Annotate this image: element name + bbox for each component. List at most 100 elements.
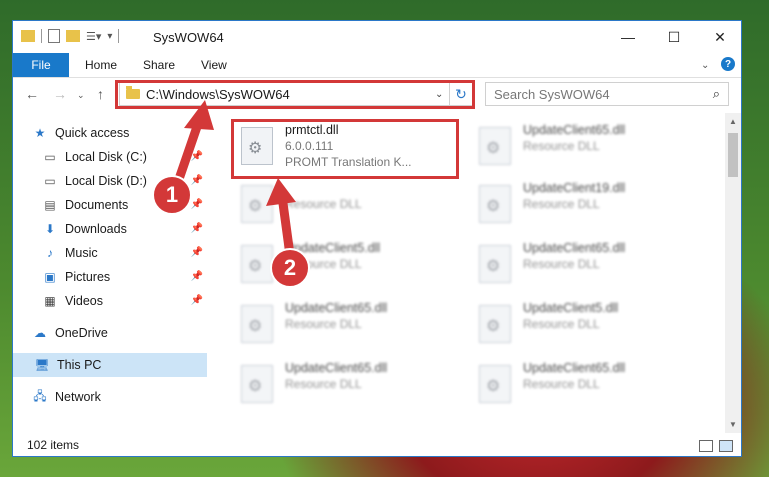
sidebar-item-pictures[interactable]: ▣ Pictures 📌 <box>43 265 207 289</box>
properties-icon[interactable] <box>48 29 60 43</box>
dll-file-icon <box>241 365 273 403</box>
title-bar: ☰▾ ▾ SysWOW64 — ☐ ✕ <box>13 21 741 53</box>
file-item[interactable]: UpdateClient5.dll Resource DLL <box>233 237 463 297</box>
sidebar-item-label: Videos <box>65 294 103 308</box>
window-title: SysWOW64 <box>153 30 224 45</box>
item-count: 102 items <box>27 438 80 452</box>
drive-icon: ▭ <box>44 150 56 164</box>
scrollbar-thumb[interactable] <box>728 133 738 177</box>
file-name: UpdateClient65.dll <box>285 361 388 375</box>
file-description: Resource DLL <box>523 317 600 331</box>
file-item[interactable]: UpdateClient19.dll Resource DLL <box>471 177 701 237</box>
file-item[interactable]: UpdateClient65.dll Resource DLL <box>233 297 463 357</box>
file-name: UpdateClient5.dll <box>523 301 619 315</box>
sidebar-item-onedrive[interactable]: ☁ OneDrive <box>33 321 207 345</box>
details-view-icon[interactable] <box>699 440 713 452</box>
sidebar-item-label: Pictures <box>65 270 111 284</box>
pin-icon[interactable]: 📌 <box>191 247 203 258</box>
sidebar-item-label: Downloads <box>65 222 127 236</box>
download-icon: ⬇ <box>44 222 56 236</box>
pin-icon[interactable]: 📌 <box>191 223 203 234</box>
new-folder-icon[interactable] <box>66 30 80 42</box>
pin-icon[interactable]: 📌 <box>191 271 203 282</box>
file-description: Resource DLL <box>285 317 362 331</box>
dll-file-icon <box>241 245 273 283</box>
file-description: Resource DLL <box>523 377 600 391</box>
tab-view[interactable]: View <box>201 53 227 77</box>
file-item[interactable]: UpdateClient65.dll Resource DLL <box>471 237 701 297</box>
large-icons-view-icon[interactable] <box>719 440 733 452</box>
sidebar-item-network[interactable]: 🖧 Network <box>33 385 207 409</box>
sidebar-item-label: Network <box>55 390 101 404</box>
status-bar: 102 items <box>13 434 741 456</box>
address-highlight-box <box>115 80 475 109</box>
file-name: UpdateClient65.dll <box>523 123 626 137</box>
drive-icon: ▭ <box>44 174 56 188</box>
vertical-scrollbar[interactable]: ▲ ▼ <box>725 113 741 433</box>
dll-file-icon <box>479 245 511 283</box>
sidebar-item-label: Music <box>65 246 98 260</box>
computer-icon: 🖥 <box>34 358 50 372</box>
pin-icon[interactable]: 📌 <box>191 295 203 306</box>
pictures-icon: ▣ <box>44 270 56 284</box>
dll-file-icon <box>479 365 511 403</box>
search-icon[interactable]: ⌕ <box>713 86 720 102</box>
sidebar-item-label: OneDrive <box>55 326 108 340</box>
close-button[interactable]: ✕ <box>697 21 741 53</box>
tab-file[interactable]: File <box>13 53 69 77</box>
step-badge-1: 1 <box>152 175 192 215</box>
file-item[interactable]: UpdateClient65.dll Resource DLL <box>471 119 701 179</box>
customize-qat-icon[interactable]: ▾ <box>107 31 112 42</box>
dll-file-icon <box>479 127 511 165</box>
pin-icon[interactable]: 📌 <box>191 151 203 162</box>
file-name: UpdateClient19.dll <box>523 181 626 195</box>
file-description: Resource DLL <box>523 139 600 153</box>
sidebar-item-local-disk-c[interactable]: ▭ Local Disk (C:) 📌 <box>43 145 207 169</box>
sidebar-item-downloads[interactable]: ⬇ Downloads 📌 <box>43 217 207 241</box>
sidebar-item-label: Quick access <box>55 126 130 140</box>
maximize-button[interactable]: ☐ <box>651 21 697 53</box>
tab-share[interactable]: Share <box>143 53 175 77</box>
star-icon: ★ <box>34 126 46 140</box>
sidebar-item-music[interactable]: ♪ Music 📌 <box>43 241 207 265</box>
file-name: UpdateClient65.dll <box>285 301 388 315</box>
view-switcher <box>699 440 733 452</box>
file-item[interactable]: Resource DLL <box>233 177 463 237</box>
search-input[interactable]: Search SysWOW64 ⌕ <box>485 82 729 106</box>
navigation-pane: ★ Quick access ▭ Local Disk (C:) 📌 ▭ Loc… <box>13 113 207 433</box>
quick-access-toolbar: ☰▾ ▾ <box>21 29 120 43</box>
file-highlight-box <box>231 119 459 179</box>
file-description: Resource DLL <box>523 257 600 271</box>
dll-file-icon <box>241 185 273 223</box>
network-icon: 🖧 <box>33 388 47 403</box>
scroll-down-icon[interactable]: ▼ <box>729 420 737 429</box>
sidebar-item-this-pc[interactable]: 🖥 This PC <box>13 353 207 377</box>
tab-home[interactable]: Home <box>85 53 117 77</box>
back-icon[interactable]: ← <box>25 86 39 102</box>
file-name: UpdateClient65.dll <box>523 361 626 375</box>
list-view-icon[interactable]: ☰▾ <box>86 30 101 43</box>
help-icon[interactable]: ? <box>721 57 735 71</box>
forward-icon[interactable]: → <box>53 86 67 102</box>
file-item[interactable]: UpdateClient65.dll Resource DLL <box>471 357 701 417</box>
expand-ribbon-icon[interactable]: ⌄ <box>701 53 709 77</box>
pin-icon[interactable]: 📌 <box>191 175 203 186</box>
file-item[interactable]: UpdateClient5.dll Resource DLL <box>471 297 701 357</box>
sidebar-item-label: Local Disk (D:) <box>65 174 147 188</box>
minimize-button[interactable]: — <box>605 21 651 53</box>
sidebar-item-label: Local Disk (C:) <box>65 150 147 164</box>
film-icon: ▦ <box>44 294 56 308</box>
sidebar-item-videos[interactable]: ▦ Videos 📌 <box>43 289 207 313</box>
file-name: UpdateClient65.dll <box>523 241 626 255</box>
sidebar-item-quick-access[interactable]: ★ Quick access <box>33 121 227 145</box>
file-item[interactable]: UpdateClient65.dll Resource DLL <box>233 357 463 417</box>
pin-icon[interactable]: 📌 <box>191 199 203 210</box>
file-description: Resource DLL <box>285 197 362 211</box>
documents-icon: ▤ <box>44 198 56 212</box>
recent-locations-icon[interactable]: ⌄ <box>77 90 85 101</box>
sidebar-item-label: This PC <box>57 358 102 372</box>
scroll-up-icon[interactable]: ▲ <box>729 117 737 126</box>
separator <box>41 29 42 43</box>
sidebar-item-label: Documents <box>65 198 129 212</box>
up-icon[interactable]: ↑ <box>97 86 104 102</box>
